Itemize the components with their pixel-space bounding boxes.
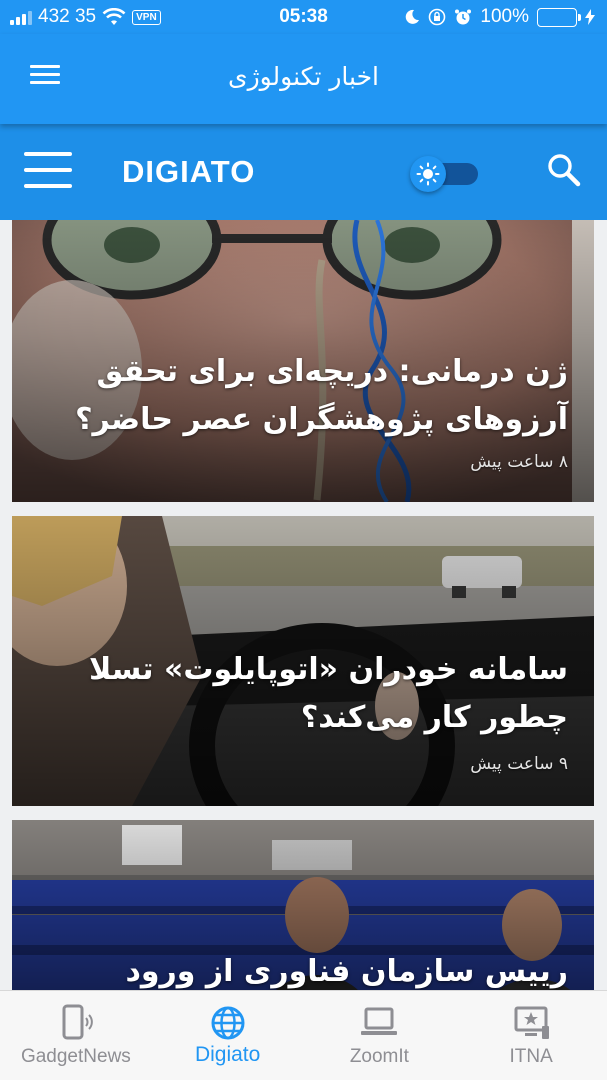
- status-right: 100%: [404, 6, 595, 28]
- laptop-icon: [361, 1007, 398, 1035]
- theme-toggle[interactable]: [410, 156, 480, 192]
- article-headline: سامانه خودران «اتوپایلوت» تسلا چطور کار …: [88, 652, 568, 735]
- article-card[interactable]: رییس سازمان فناوری از ورود مباحث: [12, 820, 594, 990]
- site-menu-button[interactable]: [24, 152, 72, 188]
- status-bar: 432 35 VPN 05:38 100%: [0, 0, 607, 34]
- lock-rotation-icon: [429, 8, 446, 26]
- battery-icon: [537, 7, 581, 27]
- tab-label: GadgetNews: [20, 1046, 131, 1067]
- alarm-icon: [455, 9, 472, 25]
- tab-digiato[interactable]: Digiato: [152, 991, 304, 1080]
- toggle-knob: [410, 156, 446, 192]
- article-time: ۸ ساعت پیش: [470, 452, 568, 472]
- app-bar: اخبار تکنولوژی: [0, 34, 607, 124]
- article-feed[interactable]: ژن درمانی: دریچه‌ای برای تحقق آرزوهای پژ…: [0, 220, 607, 990]
- article-time: ۹ ساعت پیش: [470, 754, 568, 774]
- article-headline: رییس سازمان فناوری از ورود مباحث: [125, 954, 568, 989]
- tab-label: ITNA: [509, 1046, 553, 1067]
- search-icon[interactable]: [546, 152, 582, 188]
- tab-label: Digiato: [194, 1043, 261, 1066]
- article-headline: ژن درمانی: دریچه‌ای برای تحقق آرزوهای پژ…: [75, 354, 568, 437]
- app-screen: 432 35 VPN 05:38 100% اخبار تکنولوژی DIG…: [0, 0, 607, 1080]
- tab-zoomit[interactable]: ZoomIt: [304, 991, 456, 1080]
- site-header: DIGIATO: [0, 124, 607, 220]
- bottom-tab-bar: GadgetNews Digiato ZoomIt ITNA: [0, 990, 607, 1080]
- phone-icon: [62, 1004, 93, 1040]
- site-logo: DIGIATO: [122, 154, 256, 189]
- article-card[interactable]: سامانه خودران «اتوپایلوت» تسلا چطور کار …: [12, 516, 594, 806]
- app-title: اخبار تکنولوژی: [228, 62, 379, 91]
- moon-icon: [406, 9, 420, 24]
- tab-label: ZoomIt: [349, 1046, 409, 1067]
- charging-icon: [585, 9, 595, 25]
- tab-gadgetnews[interactable]: GadgetNews: [0, 991, 152, 1080]
- globe-icon: [211, 1006, 245, 1040]
- battery-percent: 100%: [480, 6, 529, 27]
- sun-icon: [416, 162, 440, 186]
- tab-itna[interactable]: ITNA: [455, 991, 607, 1080]
- article-card[interactable]: ژن درمانی: دریچه‌ای برای تحقق آرزوهای پژ…: [12, 220, 594, 502]
- tv-star-icon: [514, 1006, 550, 1039]
